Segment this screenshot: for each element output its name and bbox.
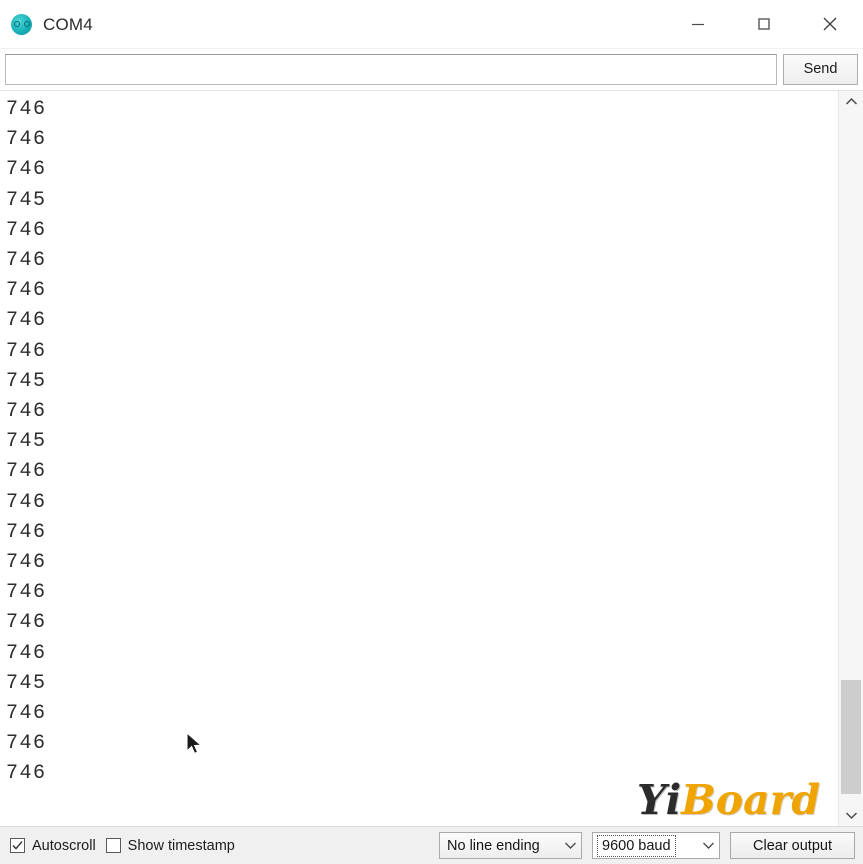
send-button[interactable]: Send [783, 54, 858, 85]
scrollbar-up-button[interactable] [839, 91, 863, 113]
serial-send-input[interactable] [5, 54, 777, 85]
minimize-button[interactable] [665, 0, 731, 48]
output-line: 746 [6, 218, 47, 242]
output-scrollbar[interactable] [838, 91, 863, 826]
output-line: 746 [6, 490, 47, 514]
baud-rate-dropdown[interactable]: 9600 baud [592, 832, 720, 859]
output-line: 745 [6, 430, 47, 454]
baud-rate-value: 9600 baud [602, 837, 671, 854]
output-area: 746 746 746 745 746 746 746 746 746 745 746 745 746 7… [0, 90, 863, 826]
show-timestamp-checkbox[interactable] [105, 838, 121, 853]
output-line: 746 [6, 128, 47, 152]
line-ending-dropdown[interactable]: No line ending [439, 832, 582, 859]
output-line: 746 [6, 400, 47, 424]
output-line: 745 [6, 369, 47, 393]
maximize-button[interactable] [731, 0, 797, 48]
output-line: 746 [6, 520, 47, 544]
minimize-icon [692, 23, 704, 26]
output-line: 746 [6, 762, 47, 786]
output-line: 746 [6, 732, 47, 756]
send-row: Send [0, 49, 863, 90]
chevron-down-icon [703, 842, 714, 849]
scrollbar-track[interactable] [839, 113, 863, 804]
clear-output-button[interactable]: Clear output [730, 832, 855, 859]
autoscroll-checkbox-group[interactable]: Autoscroll [10, 838, 96, 854]
close-icon [823, 17, 837, 31]
autoscroll-checkbox[interactable] [10, 838, 25, 853]
title-bar: COM4 [0, 0, 863, 49]
output-line: 746 [6, 460, 47, 484]
output-line: 746 [6, 309, 47, 333]
output-line: 746 [6, 249, 47, 273]
serial-monitor-window: COM4 Send 746 746 746 745 746 746 746 74… [0, 0, 863, 864]
output-line: 746 [6, 279, 47, 303]
output-line: 746 [6, 339, 47, 363]
output-line: 746 [6, 158, 47, 182]
serial-output-log[interactable]: 746 746 746 745 746 746 746 746 746 745 746 745 746 7… [0, 91, 838, 826]
output-line: 746 [6, 98, 47, 121]
scrollbar-down-button[interactable] [839, 804, 863, 826]
close-button[interactable] [797, 0, 863, 48]
output-line: 746 [6, 581, 47, 605]
output-line: 745 [6, 671, 47, 695]
output-line: 746 [6, 551, 47, 575]
check-mark-icon [12, 841, 23, 850]
chevron-down-icon [845, 812, 857, 820]
show-timestamp-label: Show timestamp [127, 837, 235, 854]
output-line: 746 [6, 702, 47, 726]
maximize-icon [758, 18, 770, 30]
output-line: 746 [6, 641, 47, 665]
line-ending-value: No line ending [447, 837, 540, 854]
window-controls [665, 0, 863, 48]
baud-focus-ring: 9600 baud [597, 834, 676, 857]
title-bar-left: COM4 [0, 13, 93, 35]
output-line: 746 [6, 611, 47, 635]
output-line: 745 [6, 188, 47, 212]
window-title: COM4 [43, 14, 93, 34]
show-timestamp-checkbox-group[interactable]: Show timestamp [105, 837, 235, 854]
chevron-down-icon [565, 842, 576, 849]
status-bar: Autoscroll Show timestamp No line ending… [0, 826, 863, 864]
scrollbar-thumb[interactable] [841, 679, 861, 794]
chevron-up-icon [845, 97, 857, 105]
autoscroll-label: Autoscroll [32, 837, 96, 854]
arduino-logo-icon [11, 13, 32, 35]
